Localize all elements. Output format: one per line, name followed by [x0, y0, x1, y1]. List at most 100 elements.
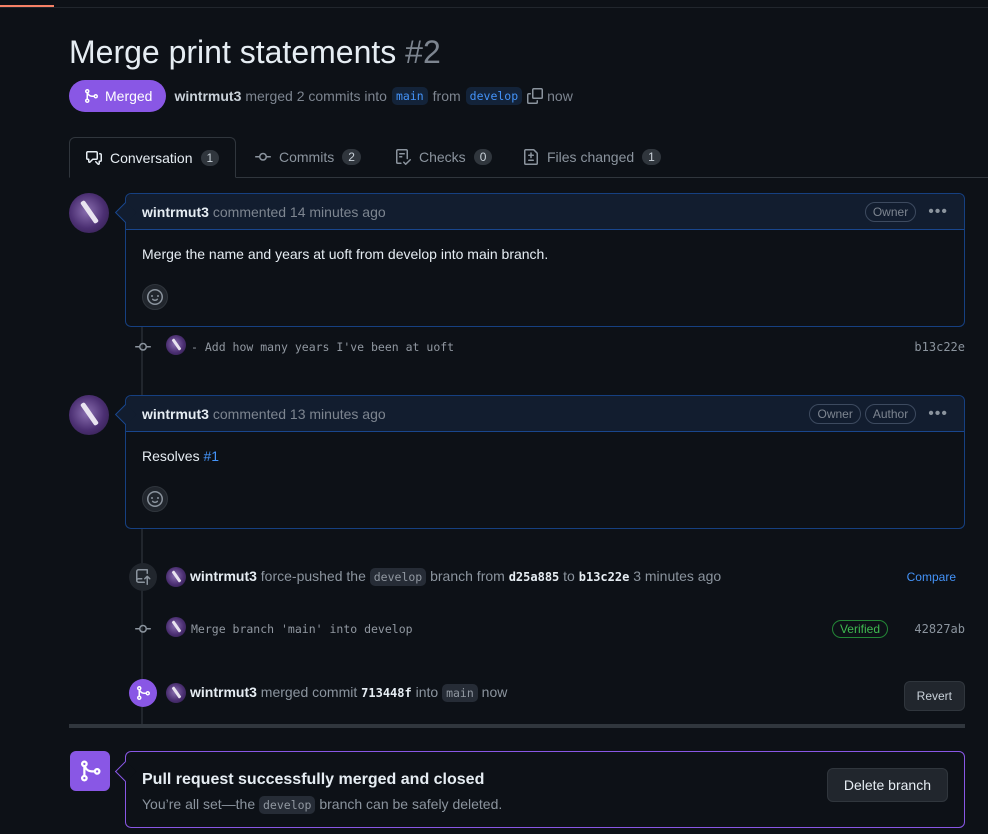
- git-merge-icon: [81, 760, 101, 782]
- git-commit-icon: [135, 621, 151, 637]
- git-merge-icon: [129, 679, 157, 707]
- tab-files-changed-label: Files changed: [547, 149, 635, 165]
- avatar[interactable]: [69, 395, 109, 435]
- author-label: Author: [864, 403, 917, 424]
- event-author-link[interactable]: wintrmut3: [190, 568, 257, 584]
- tab-checks[interactable]: Checks 0: [379, 137, 508, 177]
- from-text: from: [432, 88, 461, 104]
- force-push-text: wintrmut3 force-pushed the develop branc…: [190, 568, 721, 586]
- comment-timestamp[interactable]: commented 14 minutes ago: [213, 204, 386, 220]
- pr-title: Merge print statements #2: [69, 34, 441, 71]
- compare-link[interactable]: Compare: [907, 570, 956, 584]
- git-merge-icon: [85, 89, 99, 103]
- revert-button[interactable]: Revert: [903, 681, 965, 711]
- file-diff-icon: [524, 149, 538, 165]
- git-commit-icon: [255, 152, 271, 161]
- tab-conversation[interactable]: Conversation 1: [69, 137, 237, 178]
- merged-state-badge: Merged: [69, 80, 167, 112]
- more-options-icon[interactable]: •••: [928, 203, 948, 221]
- copy-icon[interactable]: [527, 88, 544, 104]
- merged-text: wintrmut3 merged commit 713448f into mai…: [190, 684, 508, 702]
- event-time[interactable]: now: [482, 684, 508, 700]
- merged-state-label: Merged: [105, 88, 153, 104]
- comment-body-text: Resolves: [142, 448, 200, 464]
- comment-2: wintrmut3 commented 13 minutes ago Owner…: [114, 395, 965, 529]
- add-reaction-button[interactable]: [142, 486, 168, 512]
- pr-author-link[interactable]: wintrmut3: [174, 88, 241, 104]
- owner-label: Owner: [809, 403, 861, 424]
- commit-message-link[interactable]: - Add how many years I've been at uoft: [191, 340, 454, 354]
- tab-files-changed[interactable]: Files changed 1: [507, 137, 677, 177]
- event-text: merged commit: [260, 684, 358, 700]
- branch-link[interactable]: develop: [369, 568, 427, 586]
- avatar[interactable]: [166, 335, 186, 355]
- timeline-divider: [69, 724, 965, 728]
- avatar[interactable]: [69, 193, 109, 233]
- comment-header: wintrmut3 commented 14 minutes ago Owner…: [126, 194, 964, 230]
- branch-link[interactable]: main: [442, 684, 478, 702]
- merge-status-box: Pull request successfully merged and clo…: [114, 751, 965, 828]
- avatar[interactable]: [166, 617, 186, 637]
- loading-progress: [0, 5, 54, 7]
- pr-time: now: [547, 88, 573, 104]
- merge-box-tail: [114, 760, 137, 783]
- pr-number: #2: [405, 34, 441, 70]
- comment-body: Merge the name and years at uoft from de…: [142, 246, 549, 262]
- branch-link[interactable]: develop: [259, 796, 316, 814]
- comment-timestamp[interactable]: commented 13 minutes ago: [213, 406, 386, 422]
- event-text: branch from: [430, 568, 505, 584]
- smiley-icon: [147, 289, 163, 305]
- commit-message-link[interactable]: Merge branch 'main' into develop: [191, 622, 413, 636]
- issue-link[interactable]: #1: [203, 448, 219, 464]
- avatar[interactable]: [166, 567, 186, 587]
- comment-header: wintrmut3 commented 13 minutes ago Owner…: [126, 396, 964, 432]
- event-text: to: [563, 568, 575, 584]
- comment-author-link[interactable]: wintrmut3: [142, 406, 209, 422]
- add-reaction-button[interactable]: [142, 284, 168, 310]
- merge-sha-link[interactable]: 713448f: [361, 686, 412, 700]
- pr-title-text: Merge print statements: [69, 34, 397, 70]
- merge-status-text: branch can be safely deleted.: [319, 796, 503, 812]
- pr-status-line: Merged wintrmut3 merged 2 commits into m…: [69, 80, 573, 112]
- tab-commits-count: 2: [342, 149, 361, 165]
- head-branch-link[interactable]: develop: [465, 87, 523, 105]
- comment-discussion-icon: [86, 150, 102, 165]
- merge-status-heading: Pull request successfully merged and clo…: [142, 771, 485, 788]
- top-bar: [0, 0, 988, 8]
- pr-tabs: Conversation 1 Commits 2 Checks 0 Files …: [69, 137, 988, 178]
- tab-conversation-label: Conversation: [110, 149, 193, 166]
- to-sha-link[interactable]: b13c22e: [579, 570, 630, 584]
- event-text: force-pushed the: [260, 568, 366, 584]
- more-options-icon[interactable]: •••: [928, 405, 948, 423]
- event-time[interactable]: 3 minutes ago: [633, 568, 721, 584]
- commit-sha-link[interactable]: 42827ab: [914, 622, 965, 636]
- merge-status-subtext: You’re all set—the develop branch can be…: [142, 796, 503, 814]
- comment-1: wintrmut3 commented 14 minutes ago Owner…: [114, 193, 965, 327]
- from-sha-link[interactable]: d25a885: [509, 570, 560, 584]
- pr-action-text: merged 2 commits into: [245, 88, 387, 104]
- event-author-link[interactable]: wintrmut3: [190, 684, 257, 700]
- tab-files-changed-count: 1: [642, 149, 661, 165]
- comment-body: Resolves #1: [126, 432, 964, 480]
- force-push-event: wintrmut3 force-pushed the develop branc…: [129, 563, 965, 591]
- owner-label: Owner: [864, 201, 917, 222]
- merge-status-icon: [70, 751, 110, 791]
- repo-push-icon: [129, 563, 157, 591]
- git-commit-icon: [135, 339, 151, 355]
- avatar[interactable]: [166, 683, 186, 703]
- tab-checks-label: Checks: [419, 149, 466, 165]
- commit-row: Merge branch 'main' into develop Verifie…: [129, 617, 965, 641]
- tab-conversation-count: 1: [200, 149, 220, 166]
- commit-sha-link[interactable]: b13c22e: [914, 340, 965, 354]
- base-branch-link[interactable]: main: [391, 87, 428, 105]
- checklist-icon: [396, 149, 411, 165]
- verified-badge[interactable]: Verified: [831, 620, 888, 638]
- delete-branch-button[interactable]: Delete branch: [826, 768, 948, 802]
- event-text: into: [415, 684, 439, 700]
- smiley-icon: [147, 491, 163, 507]
- tab-commits[interactable]: Commits 2: [239, 137, 377, 177]
- tab-commits-label: Commits: [279, 149, 335, 165]
- merge-status-text: You’re all set—the: [142, 796, 256, 812]
- comment-author-link[interactable]: wintrmut3: [142, 204, 209, 220]
- commit-row: - Add how many years I've been at uoft b…: [129, 335, 965, 359]
